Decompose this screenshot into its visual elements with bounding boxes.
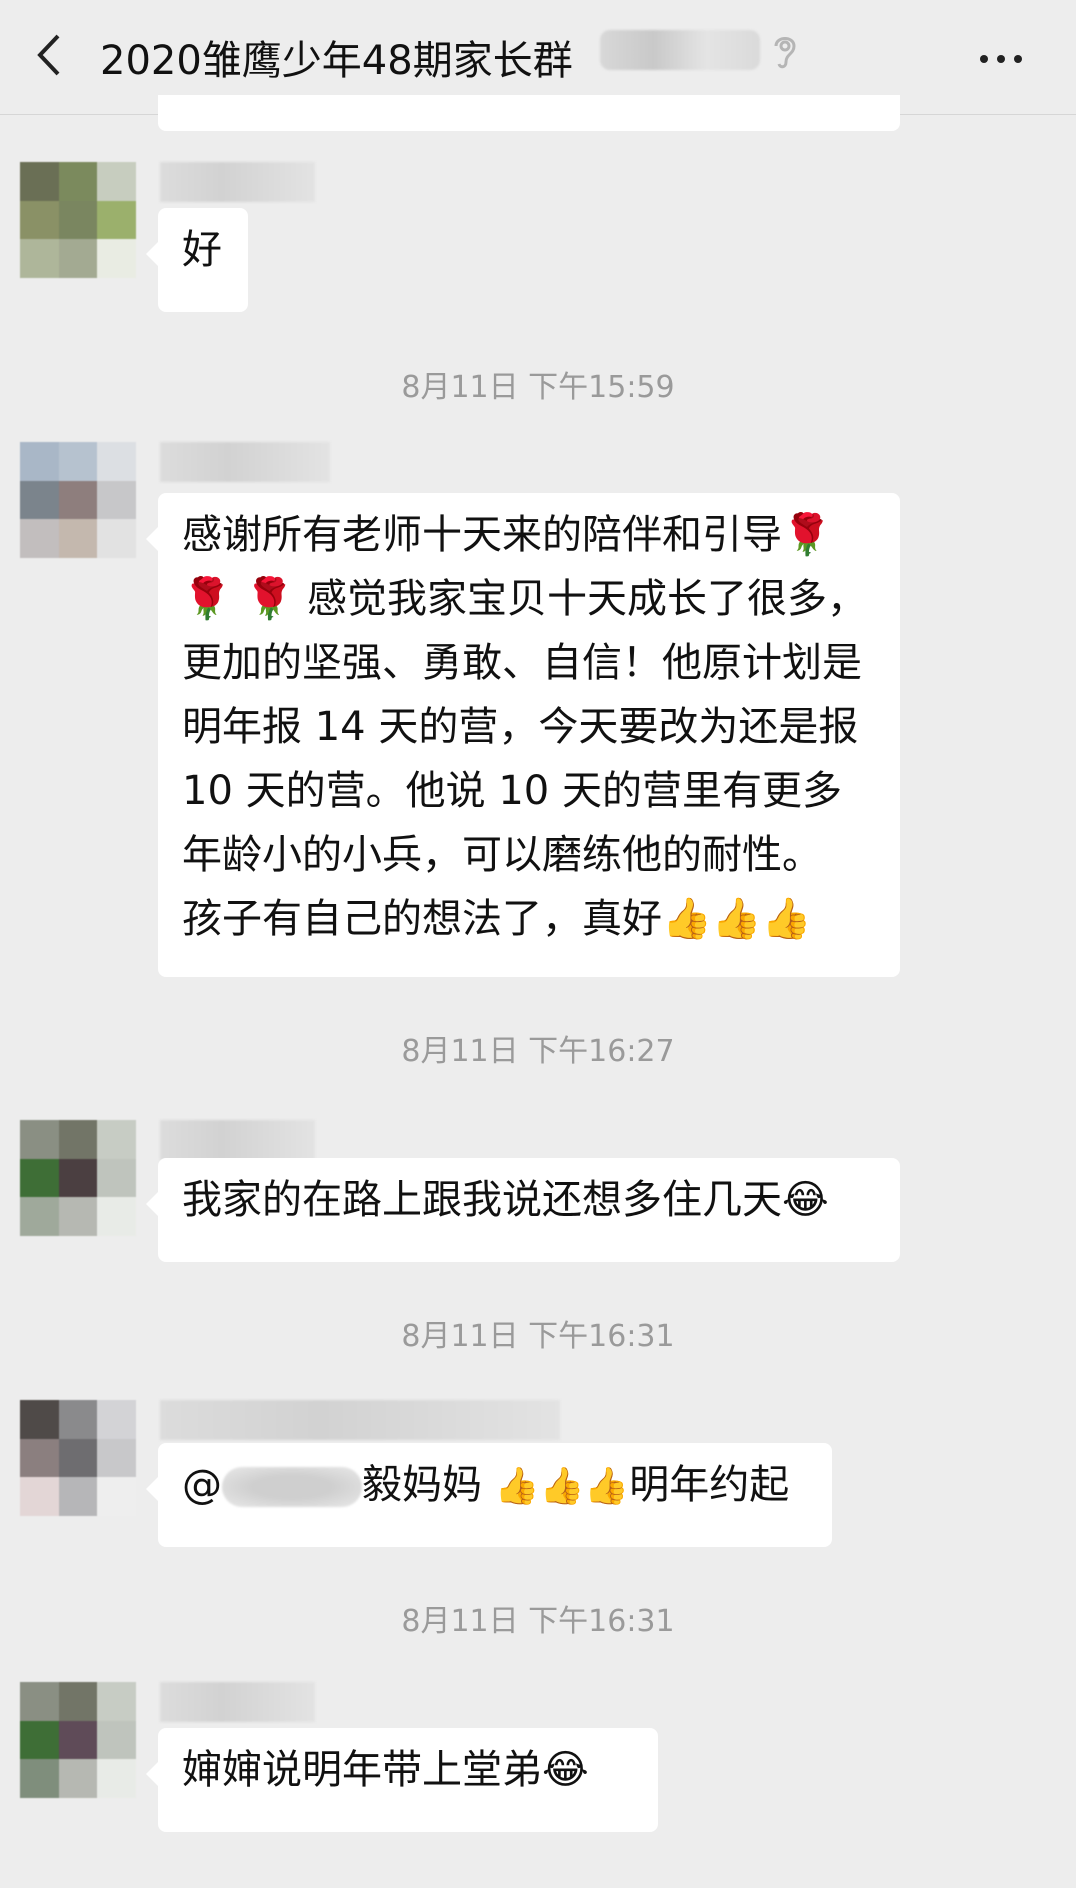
avatar[interactable]: [20, 1120, 136, 1236]
thumbs-up-emoji: 👍👍👍: [494, 1466, 630, 1507]
message-text: 婶婶说明年带上堂弟😂: [182, 1747, 589, 1793]
message-line: 感谢所有老师十天来的陪伴和引导🌹: [182, 512, 832, 558]
ear-mute-icon: [774, 37, 796, 69]
message-bubble[interactable]: 感谢所有老师十天来的陪伴和引导🌹 🌹 🌹 感觉我家宝贝十天成长了很多， 更加的坚…: [146, 493, 900, 977]
message-line: 🌹 🌹 感觉我家宝贝十天成长了很多，: [182, 576, 868, 622]
sender-name-redaction: [160, 1682, 315, 1722]
previous-message-bubble: [158, 95, 900, 131]
message-bubble[interactable]: @ 毅妈妈 👍👍👍明年约起: [146, 1443, 832, 1547]
mention-suffix: 毅妈妈: [362, 1462, 495, 1508]
message-bubble[interactable]: 我家的在路上跟我说还想多住几天😂: [146, 1158, 900, 1262]
message-text: 好: [182, 227, 222, 273]
avatar[interactable]: [20, 442, 136, 558]
avatar[interactable]: [20, 1400, 136, 1516]
chat-title: 2020雏鹰少年48期家长群: [100, 38, 573, 84]
sender-name-redaction: [160, 442, 330, 482]
more-dots-icon[interactable]: [980, 48, 1031, 67]
mention-redaction: [222, 1467, 362, 1507]
chevron-left-icon[interactable]: [30, 30, 70, 80]
message-text: 明年约起: [629, 1462, 790, 1508]
message-line: 明年报 14 天的营，今天要改为还是报: [182, 704, 859, 750]
message-bubble[interactable]: 婶婶说明年带上堂弟😂: [146, 1728, 658, 1832]
timestamp: 8月11日 下午15:59: [401, 370, 675, 405]
message-bubble[interactable]: 好: [146, 208, 248, 312]
title-redaction: [600, 30, 760, 70]
avatar[interactable]: [20, 1682, 136, 1798]
timestamp: 8月11日 下午16:27: [401, 1034, 675, 1069]
message-line: 10 天的营。他说 10 天的营里有更多: [182, 768, 842, 814]
message-text: 我家的在路上跟我说还想多住几天😂: [182, 1177, 829, 1223]
timestamp: 8月11日 下午16:31: [401, 1319, 675, 1354]
message-line: 更加的坚强、勇敢、自信！他原计划是: [182, 640, 862, 686]
timestamp: 8月11日 下午16:31: [401, 1604, 675, 1639]
message-line: 孩子有自己的想法了，真好👍👍👍: [182, 896, 812, 942]
message-line: 年龄小的小兵，可以磨练他的耐性。: [182, 832, 822, 878]
sender-name-redaction: [160, 1120, 315, 1160]
sender-name-redaction: [160, 162, 315, 202]
avatar[interactable]: [20, 162, 136, 278]
sender-name-redaction: [160, 1400, 560, 1440]
mention-at: @: [182, 1462, 222, 1508]
